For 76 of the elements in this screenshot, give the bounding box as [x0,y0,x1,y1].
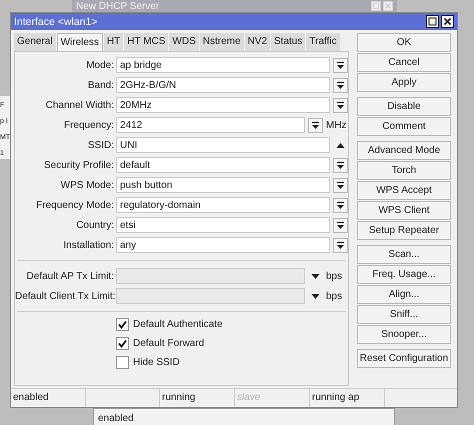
button[interactable]: Align... [357,285,451,304]
input-field[interactable]: any [116,237,330,253]
field-label: Installation: [62,240,115,250]
unit-label: MHz [326,120,348,130]
field-label: Country: [75,220,115,230]
field-label: Band: [86,80,115,90]
checkbox[interactable] [116,356,129,369]
field-label: WPS Mode: [60,180,115,190]
button[interactable]: Reset Configuration [357,349,451,368]
window-title: New DHCP Server [76,0,160,12]
unit-label: bps [326,290,344,302]
maximize-icon[interactable] [426,15,439,28]
input-field[interactable]: 2GHz-B/G/N [116,77,330,93]
field-label: Default AP Tx Limit: [26,270,115,282]
input-field[interactable]: 2412 [116,117,305,133]
status-cell: slave [235,389,310,407]
button[interactable]: Disable [357,97,451,116]
input-field[interactable]: push button [116,177,330,193]
button[interactable]: Sniff... [357,305,451,324]
field-label: Mode: [85,60,115,70]
input-field[interactable]: regulatory-domain [116,197,330,213]
field-label: SSID: [86,140,115,150]
checkbox-label: Default Authenticate [133,319,223,330]
checkbox-label: Hide SSID [133,357,180,368]
tab[interactable]: WDS [169,33,199,51]
dropdown-icon[interactable] [333,218,348,232]
status-cell-text: enabled [97,412,135,424]
button[interactable]: Comment [357,117,451,136]
field-label: Frequency: [62,120,115,130]
tab[interactable]: General [14,33,56,51]
tab[interactable]: HT MCS [124,33,168,51]
unit-label: bps [326,270,344,282]
input-field[interactable]: 20MHz [116,97,330,113]
button[interactable]: Freq. Usage... [357,265,451,284]
tab[interactable]: Nstreme [200,33,244,51]
button[interactable]: WPS Accept [357,181,451,200]
status-cell: running ap [310,389,385,407]
close-icon[interactable] [441,15,454,28]
field-label: Channel Width: [44,100,115,110]
dropdown-icon[interactable] [333,198,348,212]
field-label: Default Client Tx Limit: [15,290,116,302]
input-field[interactable]: UNI [116,137,330,153]
dropdown-icon[interactable] [333,178,348,192]
checkbox[interactable] [116,337,129,350]
input-field[interactable]: etsi [116,217,330,233]
checkbox[interactable] [116,318,129,331]
window-title: Interface <wlan1> [14,16,98,28]
button[interactable]: Apply [357,73,451,92]
button[interactable]: Snooper... [357,325,451,344]
input-field[interactable]: ap bridge [116,57,330,73]
button[interactable]: Advanced Mode [357,141,451,160]
status-cell: enabled [11,389,160,407]
field-label: Security Profile: [42,160,115,170]
dropdown-icon[interactable] [333,98,348,112]
tab[interactable]: Wireless [56,33,103,52]
tab[interactable]: Status [271,33,306,51]
field-label: Frequency Mode: [35,200,115,210]
button[interactable]: WPS Client [357,201,451,220]
dropdown-icon[interactable] [333,158,348,172]
dropdown-icon[interactable] [333,78,348,92]
tab[interactable]: NV2 [244,33,270,51]
dropdown-icon[interactable] [308,118,323,132]
button[interactable]: Setup Repeater [357,221,451,240]
input-field[interactable]: default [116,157,330,173]
button[interactable]: Torch [357,161,451,180]
input-field[interactable] [116,288,305,304]
status-cell: running [160,389,235,407]
dropdown-icon[interactable] [333,238,348,252]
tab[interactable]: Traffic [306,33,340,51]
button[interactable]: Scan... [357,245,451,264]
button[interactable]: Cancel [357,53,451,72]
button[interactable]: OK [357,33,451,52]
dropdown-icon[interactable] [333,58,348,72]
input-field[interactable] [116,268,305,284]
checkbox-label: Default Forward [133,338,204,349]
tab[interactable]: HT [104,33,124,51]
